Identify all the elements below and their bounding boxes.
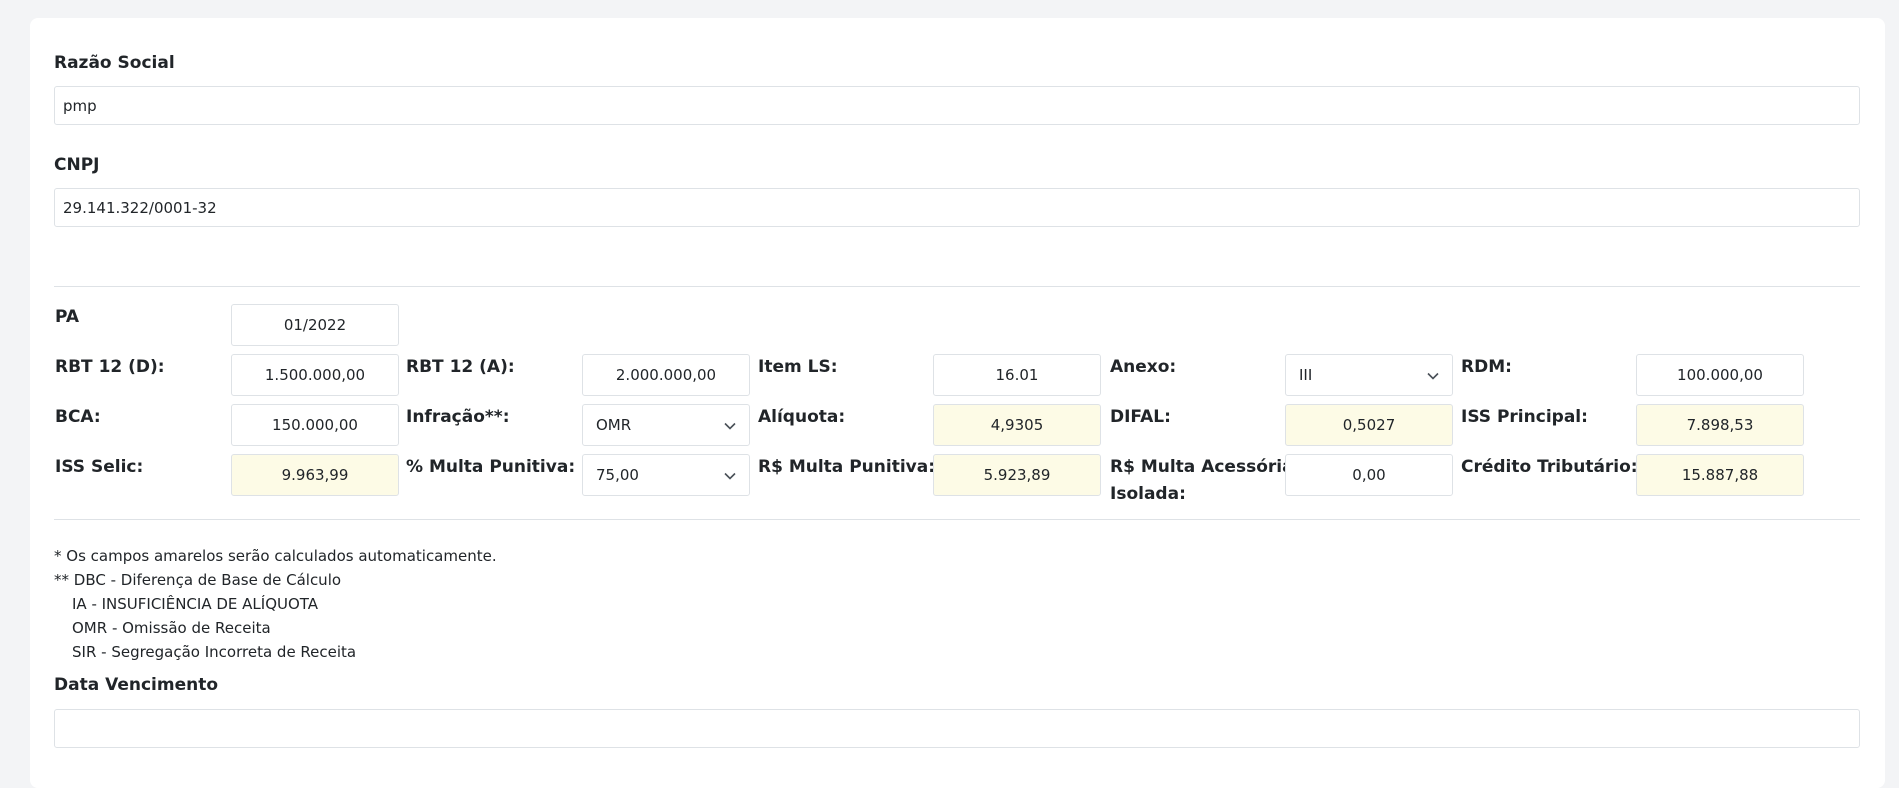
- razao-social-input[interactable]: pmp: [54, 86, 1860, 125]
- rbt12a-input[interactable]: 2.000.000,00: [582, 354, 750, 396]
- chevron-down-icon: [724, 472, 736, 480]
- rbt12a-label: RBT 12 (A):: [406, 357, 515, 377]
- divider-bottom: [54, 519, 1860, 520]
- bca-input[interactable]: 150.000,00: [231, 404, 399, 446]
- cnpj-label: CNPJ: [54, 155, 100, 175]
- rbt12d-label: RBT 12 (D):: [55, 357, 165, 377]
- rdm-input[interactable]: 100.000,00: [1636, 354, 1804, 396]
- infracao-select-value: OMR: [596, 416, 632, 434]
- note-omr: OMR - Omissão de Receita: [72, 619, 271, 637]
- anexo-select[interactable]: III: [1285, 354, 1453, 396]
- pct-multa-select-value: 75,00: [596, 466, 639, 484]
- iss-principal-input[interactable]: 7.898,53: [1636, 404, 1804, 446]
- anexo-select-value: III: [1299, 366, 1313, 384]
- itemls-input[interactable]: 16.01: [933, 354, 1101, 396]
- difal-input[interactable]: 0,5027: [1285, 404, 1453, 446]
- cnpj-input[interactable]: 29.141.322/0001-32: [54, 188, 1860, 227]
- note-dbc: ** DBC - Diferença de Base de Cálculo: [54, 571, 342, 589]
- rs-multa-label: R$ Multa Punitiva:: [758, 457, 935, 477]
- pct-multa-select[interactable]: 75,00: [582, 454, 750, 496]
- pa-input[interactable]: 01/2022: [231, 304, 399, 346]
- rbt12d-input[interactable]: 1.500.000,00: [231, 354, 399, 396]
- razao-social-label: Razão Social: [54, 53, 175, 73]
- credito-label: Crédito Tributário:: [1461, 457, 1638, 477]
- infracao-select[interactable]: OMR: [582, 404, 750, 446]
- chevron-down-icon: [724, 422, 736, 430]
- data-vencimento-label: Data Vencimento: [54, 675, 219, 695]
- iss-selic-input[interactable]: 9.963,99: [231, 454, 399, 496]
- divider-top: [54, 286, 1860, 287]
- note-auto-calc: * Os campos amarelos serão calculados au…: [54, 547, 497, 565]
- data-vencimento-input[interactable]: [54, 709, 1860, 748]
- pa-label: PA: [55, 307, 80, 327]
- rs-multa-acessoria-input[interactable]: 0,00: [1285, 454, 1453, 496]
- iss-selic-label: ISS Selic:: [55, 457, 144, 477]
- anexo-label: Anexo:: [1110, 357, 1177, 377]
- aliquota-input[interactable]: 4,9305: [933, 404, 1101, 446]
- chevron-down-icon: [1427, 372, 1439, 380]
- iss-principal-label: ISS Principal:: [1461, 407, 1588, 427]
- note-ia: IA - INSUFICIÊNCIA DE ALÍQUOTA: [72, 595, 319, 613]
- note-sir: SIR - Segregação Incorreta de Receita: [72, 643, 357, 661]
- credito-input[interactable]: 15.887,88: [1636, 454, 1804, 496]
- infracao-label: Infração**:: [406, 407, 510, 427]
- bca-label: BCA:: [55, 407, 101, 427]
- rs-multa-acessoria-label-2: Isolada:: [1110, 484, 1186, 504]
- pct-multa-label: % Multa Punitiva:: [406, 457, 576, 477]
- aliquota-label: Alíquota:: [758, 407, 846, 427]
- itemls-label: Item LS:: [758, 357, 838, 377]
- rdm-label: RDM:: [1461, 357, 1512, 377]
- rs-multa-input[interactable]: 5.923,89: [933, 454, 1101, 496]
- form-card: [30, 18, 1885, 788]
- rs-multa-acessoria-label-1: R$ Multa Acessória: [1110, 457, 1294, 477]
- difal-label: DIFAL:: [1110, 407, 1171, 427]
